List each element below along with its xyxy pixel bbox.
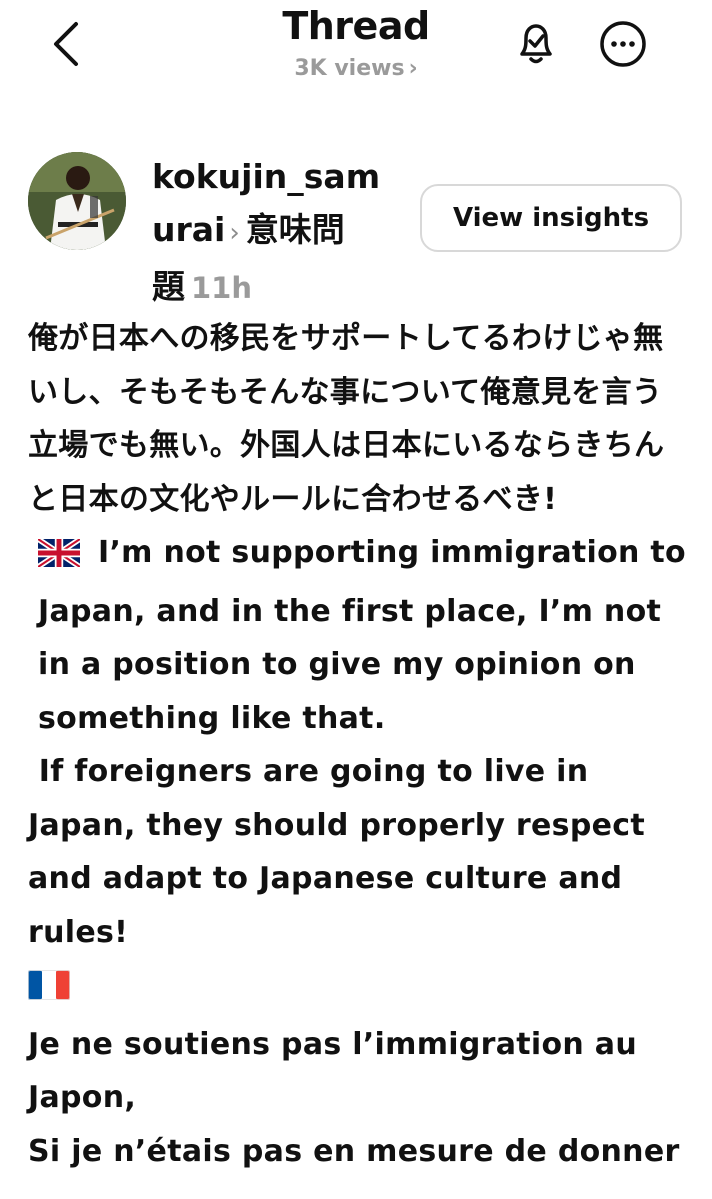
avatar-photo-icon bbox=[28, 152, 126, 250]
username-cont[interactable]: urai bbox=[152, 210, 225, 249]
post-paragraph-french-flag bbox=[28, 959, 688, 1018]
post-text-english-1: I’m not supporting immigration to Japan,… bbox=[38, 535, 686, 736]
post-text-french-2: Si je n’étais pas en mesure de donner mo… bbox=[28, 1133, 688, 1169]
more-options-button[interactable] bbox=[596, 18, 652, 74]
post-text-english-2: If foreigners are going to live in Japan… bbox=[28, 754, 656, 950]
topic-tag[interactable]: 意味問 bbox=[246, 210, 345, 249]
post-paragraph-english: I’m not supporting immigration to Japan,… bbox=[28, 526, 688, 745]
post-body: 俺が日本への移民をサポートしてるわけじゃ無いし、そもそもそんな事について俺意見を… bbox=[28, 312, 688, 1178]
france-flag-icon bbox=[28, 964, 70, 1018]
post-text-japanese: 俺が日本への移民をサポートしてるわけじゃ無いし、そもそもそんな事について俺意見を… bbox=[28, 321, 665, 517]
chevron-right-icon: › bbox=[408, 56, 418, 81]
post-time: 11h bbox=[191, 271, 253, 305]
avatar[interactable] bbox=[28, 152, 126, 250]
topic-tag-cont[interactable]: 題 bbox=[152, 267, 185, 306]
views-label: 3K views bbox=[294, 56, 405, 81]
view-insights-button[interactable]: View insights bbox=[420, 184, 682, 252]
notify-button[interactable] bbox=[508, 16, 564, 72]
post-text-french-1: Je ne soutiens pas l’immigration au Japo… bbox=[28, 1026, 637, 1116]
username[interactable]: kokujin_sam bbox=[152, 157, 380, 196]
more-icon bbox=[600, 21, 646, 67]
chevron-right-small-icon: › bbox=[229, 218, 240, 248]
bell-check-icon bbox=[520, 24, 552, 64]
uk-flag-icon bbox=[36, 531, 82, 585]
author-meta: kokujin_sam urai › 意味問 題 11h bbox=[152, 150, 402, 315]
